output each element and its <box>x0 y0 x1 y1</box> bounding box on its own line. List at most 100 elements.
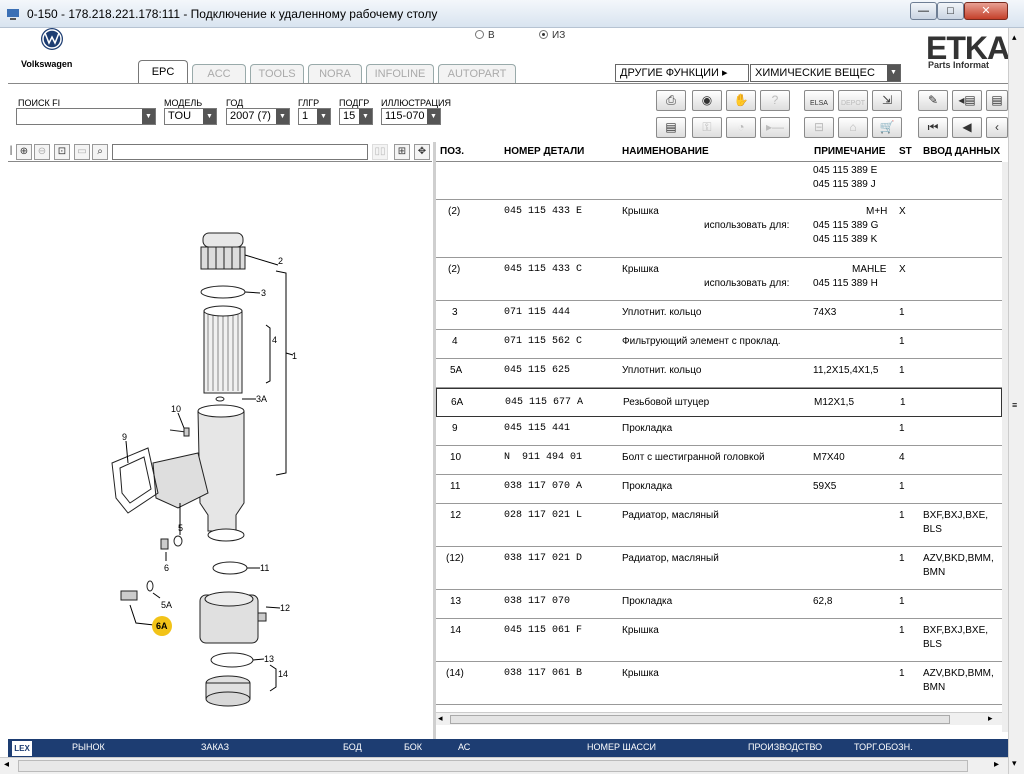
callout-10[interactable]: 10 <box>171 404 181 414</box>
help-button[interactable]: ? <box>760 90 790 111</box>
status-trade[interactable]: ТОРГ.ОБОЗН. <box>854 742 913 752</box>
callout-3a[interactable]: 3A <box>256 394 267 404</box>
illustration-select[interactable]: 115-070 ▼ <box>381 108 441 125</box>
list-button[interactable]: ▤ <box>986 90 1008 111</box>
print-button[interactable]: ⎙ <box>656 90 686 111</box>
table-row[interactable]: 9 045 115 441 Прокладка 1 <box>436 417 1002 446</box>
callout-5a[interactable]: 5A <box>161 600 172 610</box>
pin-button[interactable]: ✎ <box>918 90 948 111</box>
status-bok[interactable]: БОК <box>404 742 422 752</box>
tab-nora[interactable]: NORA <box>308 64 362 83</box>
table-row[interactable]: 045 115 389 E 045 115 389 J <box>436 163 1002 200</box>
header-part[interactable]: НОМЕР ДЕТАЛИ <box>504 146 584 157</box>
status-production[interactable]: ПРОИЗВОДСТВО <box>748 742 822 752</box>
chevron-down-icon[interactable]: ▼ <box>359 109 372 124</box>
lex-button[interactable]: LEX <box>12 741 32 756</box>
table-row[interactable]: (14) 038 117 061 B Крышка 1 AZV,BKD,BMM,… <box>436 662 1002 705</box>
illustration-text-field[interactable] <box>112 144 368 160</box>
rdp-horizontal-scrollbar[interactable]: ◂ ▸ <box>0 757 1008 774</box>
table-row[interactable]: 14 045 115 061 F Крышка 1 BXF,BXJ,BXE, B… <box>436 619 1002 662</box>
callout-14[interactable]: 14 <box>278 669 288 679</box>
header-input[interactable]: ВВОД ДАННЫХ <box>923 146 1000 157</box>
window-titlebar[interactable]: 0-150 - 178.218.221.178:111 - Подключени… <box>0 0 1024 28</box>
arrow-right-icon[interactable]: ▸ <box>988 713 993 724</box>
rdp-scroll-thumb[interactable] <box>18 760 968 772</box>
tab-epc[interactable]: EPC <box>138 60 188 84</box>
disc-button[interactable]: ◉ <box>692 90 722 111</box>
arrow-up-icon[interactable]: ▴ <box>1012 32 1017 43</box>
handshake-button[interactable]: ✋ <box>726 90 756 111</box>
callout-9[interactable]: 9 <box>122 432 127 442</box>
zoom-in-button[interactable]: ⊕ <box>16 144 32 160</box>
callout-13[interactable]: 13 <box>264 654 274 664</box>
year-select[interactable]: 2007 (7) ▼ <box>226 108 290 125</box>
callout-5[interactable]: 5 <box>178 523 183 533</box>
chevron-down-icon[interactable]: ▼ <box>427 109 440 124</box>
table-row-selected[interactable]: 6A 045 115 677 A Резьбовой штуцер M12X1,… <box>436 388 1002 417</box>
arrow-down-icon[interactable]: ▾ <box>1012 758 1017 769</box>
header-pos[interactable]: ПОЗ. <box>440 146 464 157</box>
table-row[interactable]: 3 071 115 444 Уплотнит. кольцо 74X3 1 <box>436 301 1002 330</box>
chevron-down-icon[interactable]: ▼ <box>142 109 155 124</box>
gauge-button[interactable]: ◔ <box>726 117 756 138</box>
arrow-right-icon[interactable]: ▸ <box>994 759 999 770</box>
cart-transfer-button[interactable]: ⇲ <box>872 90 902 111</box>
callout-11[interactable]: 11 <box>260 563 269 573</box>
play-button[interactable]: ▸— <box>760 117 790 138</box>
first-button[interactable]: ⏮ <box>918 117 948 138</box>
table-row[interactable]: 5A 045 115 625 Уплотнит. кольцо 11,2X15,… <box>436 359 1002 388</box>
radio-out[interactable]: ИЗ <box>539 30 565 41</box>
table-row[interactable]: (2) 045 115 433 C Крышка использовать дл… <box>436 258 1002 301</box>
arrow-left-icon[interactable]: ◂ <box>4 759 9 770</box>
status-market[interactable]: РЫНОК <box>72 742 105 752</box>
callout-1[interactable]: 1 <box>292 351 297 361</box>
table-row[interactable]: (12) 038 117 021 D Радиатор, масляный 1 … <box>436 547 1002 590</box>
minimize-button[interactable]: — <box>910 2 937 20</box>
network-button[interactable]: ⊟ <box>804 117 834 138</box>
table-row[interactable]: (2) 045 115 433 E Крышка использовать дл… <box>436 200 1002 258</box>
prev-small-button[interactable]: ‹ <box>986 117 1008 138</box>
layout-button[interactable]: ⊞ <box>394 144 410 160</box>
callout-6[interactable]: 6 <box>164 563 169 573</box>
table-row[interactable]: 11 038 117 070 A Прокладка 59X5 1 <box>436 475 1002 504</box>
status-order[interactable]: ЗАКАЗ <box>201 742 229 752</box>
stamp-button[interactable]: ⌂ <box>838 117 868 138</box>
tab-tools[interactable]: TOOLS <box>250 64 304 83</box>
zoom-fit-button[interactable]: ⊡ <box>54 144 70 160</box>
status-vin[interactable]: НОМЕР ШАССИ <box>587 742 656 752</box>
chevron-down-icon[interactable]: ▼ <box>276 109 289 124</box>
zoom-out-button[interactable]: ⊖ <box>34 144 50 160</box>
tab-acc[interactable]: ACC <box>192 64 246 83</box>
header-st[interactable]: ST <box>899 146 912 157</box>
grid-horizontal-scrollbar[interactable]: ◂ ▸ <box>436 712 1002 725</box>
table-row[interactable]: 4 071 115 562 C Фильтрующий элемент с пр… <box>436 330 1002 359</box>
callout-6a[interactable]: 6A <box>156 621 168 631</box>
table-row[interactable]: 10 N 911 494 01 Болт с шестигранной голо… <box>436 446 1002 475</box>
chevron-down-icon[interactable]: ▼ <box>887 65 900 81</box>
prev-button[interactable]: ◀ <box>952 117 982 138</box>
table-row[interactable]: 12 028 117 021 L Радиатор, масляный 1 BX… <box>436 504 1002 547</box>
elsa-button[interactable]: ELSA <box>804 90 834 111</box>
callout-12[interactable]: 12 <box>280 603 290 613</box>
main-group-select[interactable]: 1 ▼ <box>298 108 331 125</box>
move-button[interactable]: ✥ <box>414 144 430 160</box>
other-functions-menu[interactable]: ДРУГИЕ ФУНКЦИИ ▸ <box>615 64 749 82</box>
chevron-down-icon[interactable]: ▼ <box>317 109 330 124</box>
arrow-left-icon[interactable]: ◂ <box>438 713 443 724</box>
callout-2[interactable]: 2 <box>278 256 283 266</box>
status-bod[interactable]: БОД <box>343 742 362 752</box>
status-ac[interactable]: АС <box>458 742 470 752</box>
close-button[interactable]: ✕ <box>964 2 1008 20</box>
magnifier-button[interactable]: ⌕ <box>92 144 108 160</box>
cart-button[interactable]: 🛒 <box>872 117 902 138</box>
key-button[interactable]: ⚿ <box>692 117 722 138</box>
chemicals-select[interactable]: ХИМИЧЕСКИЕ ВЕЩЕС ▼ <box>750 64 901 82</box>
chevron-down-icon[interactable]: ▼ <box>203 109 216 124</box>
zoom-box-button[interactable]: ▭ <box>74 144 90 160</box>
tab-infoline[interactable]: INFOLINE <box>366 64 434 83</box>
depot-button[interactable]: DEPOT <box>838 90 868 111</box>
radio-in[interactable]: В <box>475 30 495 41</box>
parts-illustration[interactable]: 2 3 4 1 3A 10 9 5 6 11 5A 6A 12 13 14 <box>8 163 432 753</box>
back-page-button[interactable]: ◂▤ <box>952 90 982 111</box>
model-select[interactable]: TOU ▼ <box>164 108 217 125</box>
